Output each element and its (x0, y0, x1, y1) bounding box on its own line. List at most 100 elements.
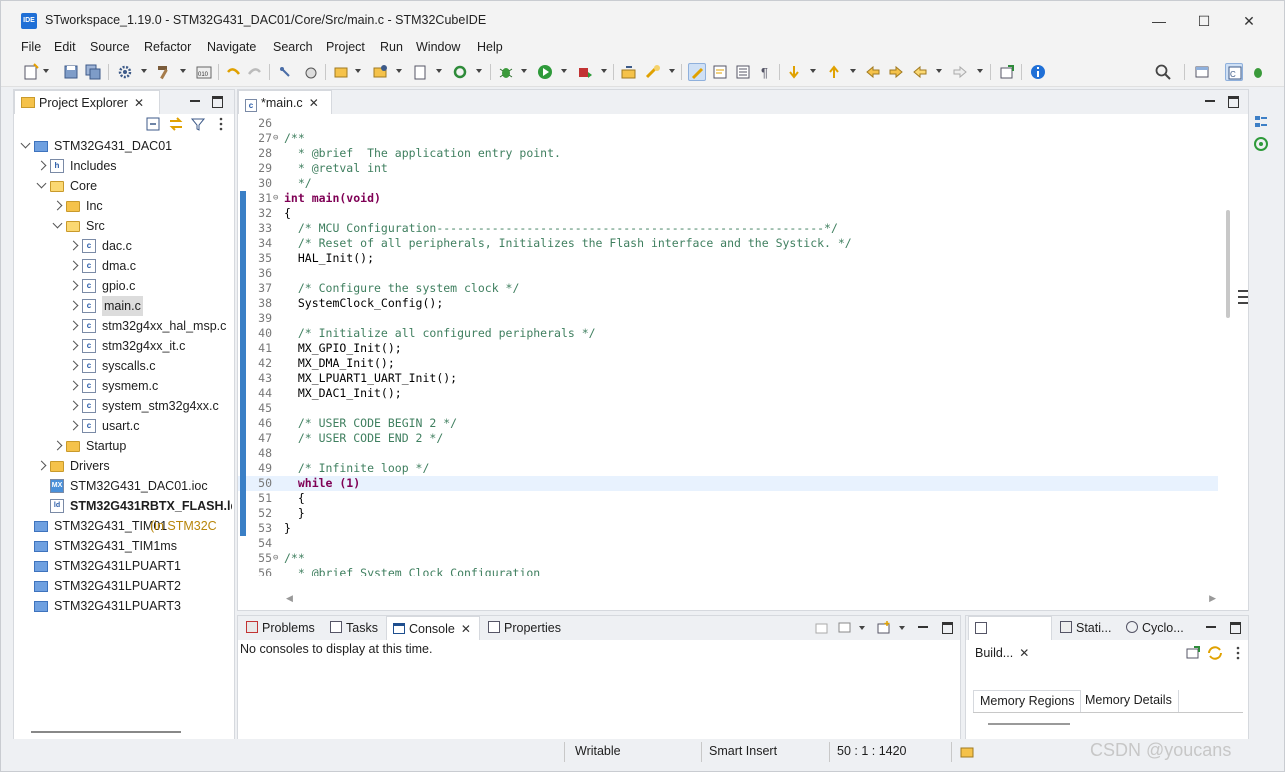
collapsed-chevron-icon[interactable] (52, 200, 63, 211)
prev-annotation-dropdown-icon[interactable] (850, 69, 856, 73)
menu-run[interactable]: Run (380, 40, 403, 54)
maximize-editor-icon[interactable] (1226, 94, 1240, 108)
forward-arrow-icon[interactable] (951, 63, 969, 81)
fold-toggle-icon[interactable]: ⊖ (273, 131, 278, 146)
collapsed-chevron-icon[interactable] (68, 300, 79, 311)
code-line[interactable]: 50 while (1) (238, 476, 1218, 491)
maximize-view-icon[interactable] (210, 94, 224, 108)
tree-item[interactable]: c main.c (14, 296, 232, 316)
horizontal-scrollbar[interactable]: ◀ ▶ (286, 593, 1216, 603)
code-line[interactable]: 27 ⊖ /** (238, 131, 1218, 146)
code-line[interactable]: 45 (238, 401, 1218, 416)
minimize-editor-icon[interactable] (1203, 94, 1217, 108)
display-console-dropdown-icon[interactable] (859, 626, 865, 630)
tree-item[interactable]: c stm32g4xx_it.c (14, 336, 232, 356)
tree-item[interactable]: STM32G431_TIM01 (in STM32C (14, 516, 232, 536)
link-with-editor-icon[interactable] (167, 115, 185, 133)
tree-item[interactable]: c syscalls.c (14, 356, 232, 376)
outline-icon[interactable] (1252, 113, 1270, 131)
menu-search[interactable]: Search (273, 40, 313, 54)
code-line[interactable]: 51 { (238, 491, 1218, 506)
collapsed-chevron-icon[interactable] (68, 400, 79, 411)
binary-icon[interactable]: 010 (195, 63, 213, 81)
refresh-icon[interactable] (451, 63, 469, 81)
build-view-menu-icon[interactable] (1229, 644, 1247, 662)
code-line[interactable]: 34 /* Reset of all peripherals, Initiali… (238, 236, 1218, 251)
code-area[interactable]: 26 27 ⊖/** 28 * @brief The application entr… (238, 116, 1218, 576)
new-source-icon[interactable] (411, 63, 429, 81)
close-tab-icon[interactable]: ✕ (134, 96, 144, 110)
tree-item[interactable]: c sysmem.c (14, 376, 232, 396)
expanded-chevron-icon[interactable] (36, 178, 47, 189)
next-annotation-dropdown-icon[interactable] (810, 69, 816, 73)
build-hammer-icon[interactable] (155, 63, 173, 81)
collapsed-chevron-icon[interactable] (68, 420, 79, 431)
tree-item[interactable]: c system_stm32g4xx.c (14, 396, 232, 416)
tab-tasks[interactable]: Tasks (324, 616, 384, 640)
mark-occurrences-icon[interactable] (688, 63, 706, 81)
back-dropdown-icon[interactable] (936, 69, 942, 73)
tree-item[interactable]: c stm32g4xx_hal_msp.c (14, 316, 232, 336)
filter-icon[interactable] (189, 115, 207, 133)
expanded-chevron-icon[interactable] (20, 138, 31, 149)
code-line[interactable]: 28 * @brief The application entry point. (238, 146, 1218, 161)
code-line[interactable]: 48 (238, 446, 1218, 461)
next-annotation-icon[interactable] (785, 63, 803, 81)
maximize-window-button[interactable]: ☐ (1189, 9, 1219, 33)
menu-edit[interactable]: Edit (54, 40, 76, 54)
menu-project[interactable]: Project (326, 40, 365, 54)
fold-toggle-icon[interactable]: ⊖ (273, 551, 278, 566)
search-dropdown-icon[interactable] (669, 69, 675, 73)
collapsed-chevron-icon[interactable] (68, 260, 79, 271)
tab-build-analyzer[interactable]: Build... ✕ (968, 616, 1052, 660)
new-source-dropdown-icon[interactable] (436, 69, 442, 73)
code-line[interactable]: 32 { (238, 206, 1218, 221)
tab-problems[interactable]: Problems (240, 616, 321, 640)
code-line[interactable]: 56 * @brief System Clock Configuration (238, 566, 1218, 576)
cursor-position-status[interactable]: 50 : 1 : 1420 (837, 744, 907, 758)
minimize-console-icon[interactable] (916, 620, 930, 634)
open-perspective-icon[interactable] (620, 63, 638, 81)
menu-navigate[interactable]: Navigate (207, 40, 256, 54)
code-line[interactable]: 41 MX_GPIO_Init(); (238, 341, 1218, 356)
code-line[interactable]: 38 SystemClock_Config(); (238, 296, 1218, 311)
debug-dropdown-icon[interactable] (521, 69, 527, 73)
tree-item[interactable]: STM32G431LPUART1 (14, 556, 232, 576)
collapsed-chevron-icon[interactable] (68, 240, 79, 251)
show-whitespace-icon[interactable]: ¶ (757, 63, 775, 81)
open-console-dropdown-icon[interactable] (899, 626, 905, 630)
menu-help[interactable]: Help (477, 40, 503, 54)
save-icon[interactable] (62, 63, 80, 81)
tab-properties[interactable]: Properties (482, 616, 567, 640)
vertical-scrollbar[interactable] (1226, 210, 1230, 318)
tab-memory-regions[interactable]: Memory Regions (973, 690, 1082, 712)
minimize-view-icon[interactable] (188, 94, 202, 108)
collapsed-chevron-icon[interactable] (52, 440, 63, 451)
collapsed-chevron-icon[interactable] (68, 280, 79, 291)
tab-cyclomatic[interactable]: Cyclo... (1120, 616, 1190, 640)
pin-build-icon[interactable] (1184, 644, 1202, 662)
menu-source[interactable]: Source (90, 40, 130, 54)
tree-item[interactable]: c dac.c (14, 236, 232, 256)
minimize-window-button[interactable]: — (1144, 9, 1174, 33)
progress-icon[interactable] (959, 743, 977, 761)
tree-item[interactable]: c gpio.c (14, 276, 232, 296)
pin-console-icon[interactable] (813, 619, 831, 637)
run-play-icon[interactable] (536, 63, 554, 81)
maximize-console-icon[interactable] (940, 620, 954, 634)
code-line[interactable]: 31 ⊖ int main(void) (238, 191, 1218, 206)
tree-item[interactable]: STM32G431LPUART2 (14, 576, 232, 596)
collapsed-chevron-icon[interactable] (36, 460, 47, 471)
code-line[interactable]: 37 /* Configure the system clock */ (238, 281, 1218, 296)
settings-dropdown-icon[interactable] (141, 69, 147, 73)
code-line[interactable]: 49 /* Infinite loop */ (238, 461, 1218, 476)
tab-project-explorer[interactable]: Project Explorer ✕ (14, 90, 160, 114)
code-line[interactable]: 33 /* MCU Configuration-----------------… (238, 221, 1218, 236)
toggle-icon[interactable] (276, 63, 294, 81)
tree-item[interactable]: c usart.c (14, 416, 232, 436)
display-console-icon[interactable] (836, 619, 854, 637)
tab-console[interactable]: Console ✕ (386, 616, 480, 640)
collapsed-chevron-icon[interactable] (68, 360, 79, 371)
undo-icon[interactable] (224, 63, 242, 81)
insert-mode-status[interactable]: Smart Insert (709, 744, 777, 758)
